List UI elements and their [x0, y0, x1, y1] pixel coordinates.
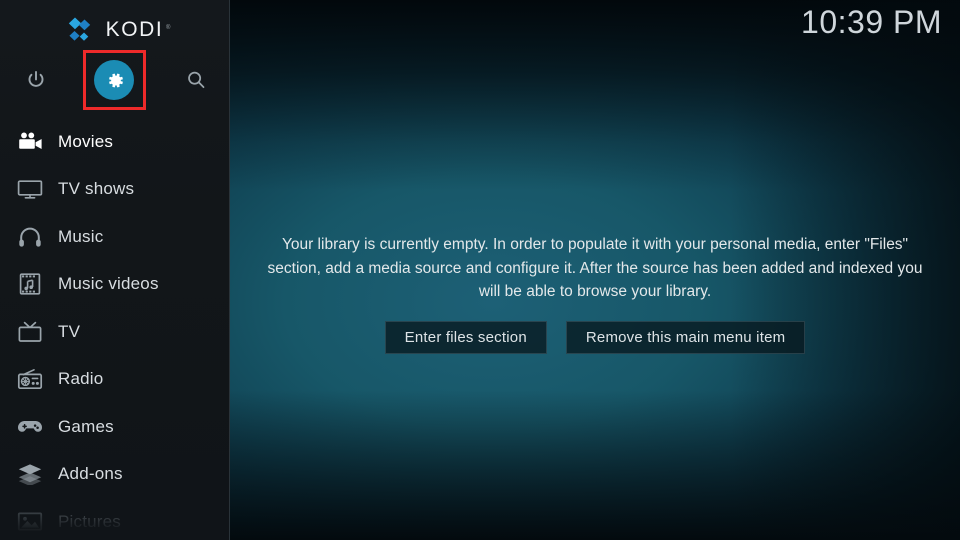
settings-button-highlight-box: [83, 50, 146, 110]
picture-icon: [10, 506, 50, 538]
radio-icon: [10, 363, 50, 395]
retro-tv-icon: [10, 316, 50, 348]
sidebar-item-games[interactable]: Games: [0, 403, 229, 451]
power-icon: [28, 70, 44, 87]
music-film-icon: [10, 268, 50, 300]
sidebar-item-movies[interactable]: Movies: [0, 118, 229, 166]
sidebar-item-pictures[interactable]: Pictures: [0, 498, 229, 540]
addon-box-icon: [10, 458, 50, 490]
sidebar-item-label: Radio: [58, 369, 104, 389]
search-button[interactable]: [166, 50, 226, 110]
sidebar-item-label: Add-ons: [58, 464, 123, 484]
kodi-logo-mark-icon: [67, 17, 97, 43]
empty-library-message: Your library is currently empty. In orde…: [267, 236, 923, 300]
movie-camera-icon: [10, 126, 50, 158]
main-menu: Movies TV shows Music Music videos TV Ra…: [0, 118, 229, 540]
power-button[interactable]: [6, 50, 66, 110]
search-icon: [188, 71, 205, 89]
registered-trademark-icon: ®: [165, 25, 171, 31]
headphones-icon: [10, 221, 50, 253]
sidebar-item-label: Music: [58, 226, 104, 246]
sidebar-item-tv[interactable]: TV: [0, 308, 229, 356]
sidebar-item-label: TV: [58, 321, 81, 341]
enter-files-section-button[interactable]: Enter files section: [384, 320, 547, 354]
sidebar-item-tv-shows[interactable]: TV shows: [0, 166, 229, 214]
sidebar-item-label: Movies: [58, 131, 114, 151]
kodi-logo: KODI ®: [0, 14, 229, 46]
sidebar-item-label: Pictures: [58, 511, 122, 531]
sidebar-item-label: Games: [58, 416, 114, 436]
remove-main-menu-item-button[interactable]: Remove this main menu item: [565, 320, 806, 354]
sidebar-item-label: Music videos: [58, 274, 159, 294]
kodi-app-window: 10:39 PM Your library is currently empty…: [0, 0, 960, 540]
sidebar: KODI ® Movies TV shows Music Music video…: [0, 0, 230, 540]
sidebar-item-music-videos[interactable]: Music videos: [0, 261, 229, 309]
tv-monitor-icon: [10, 173, 50, 205]
gamepad-icon: [10, 411, 50, 443]
empty-library-actions: Enter files section Remove this main men…: [384, 320, 806, 354]
sidebar-item-radio[interactable]: Radio: [0, 356, 229, 404]
sidebar-item-add-ons[interactable]: Add-ons: [0, 451, 229, 499]
main-content: Your library is currently empty. In orde…: [230, 0, 960, 540]
kodi-wordmark: KODI: [105, 18, 164, 41]
sidebar-item-label: TV shows: [58, 179, 135, 199]
sidebar-item-music[interactable]: Music: [0, 213, 229, 261]
kodi-logo-text: KODI ®: [105, 17, 171, 43]
